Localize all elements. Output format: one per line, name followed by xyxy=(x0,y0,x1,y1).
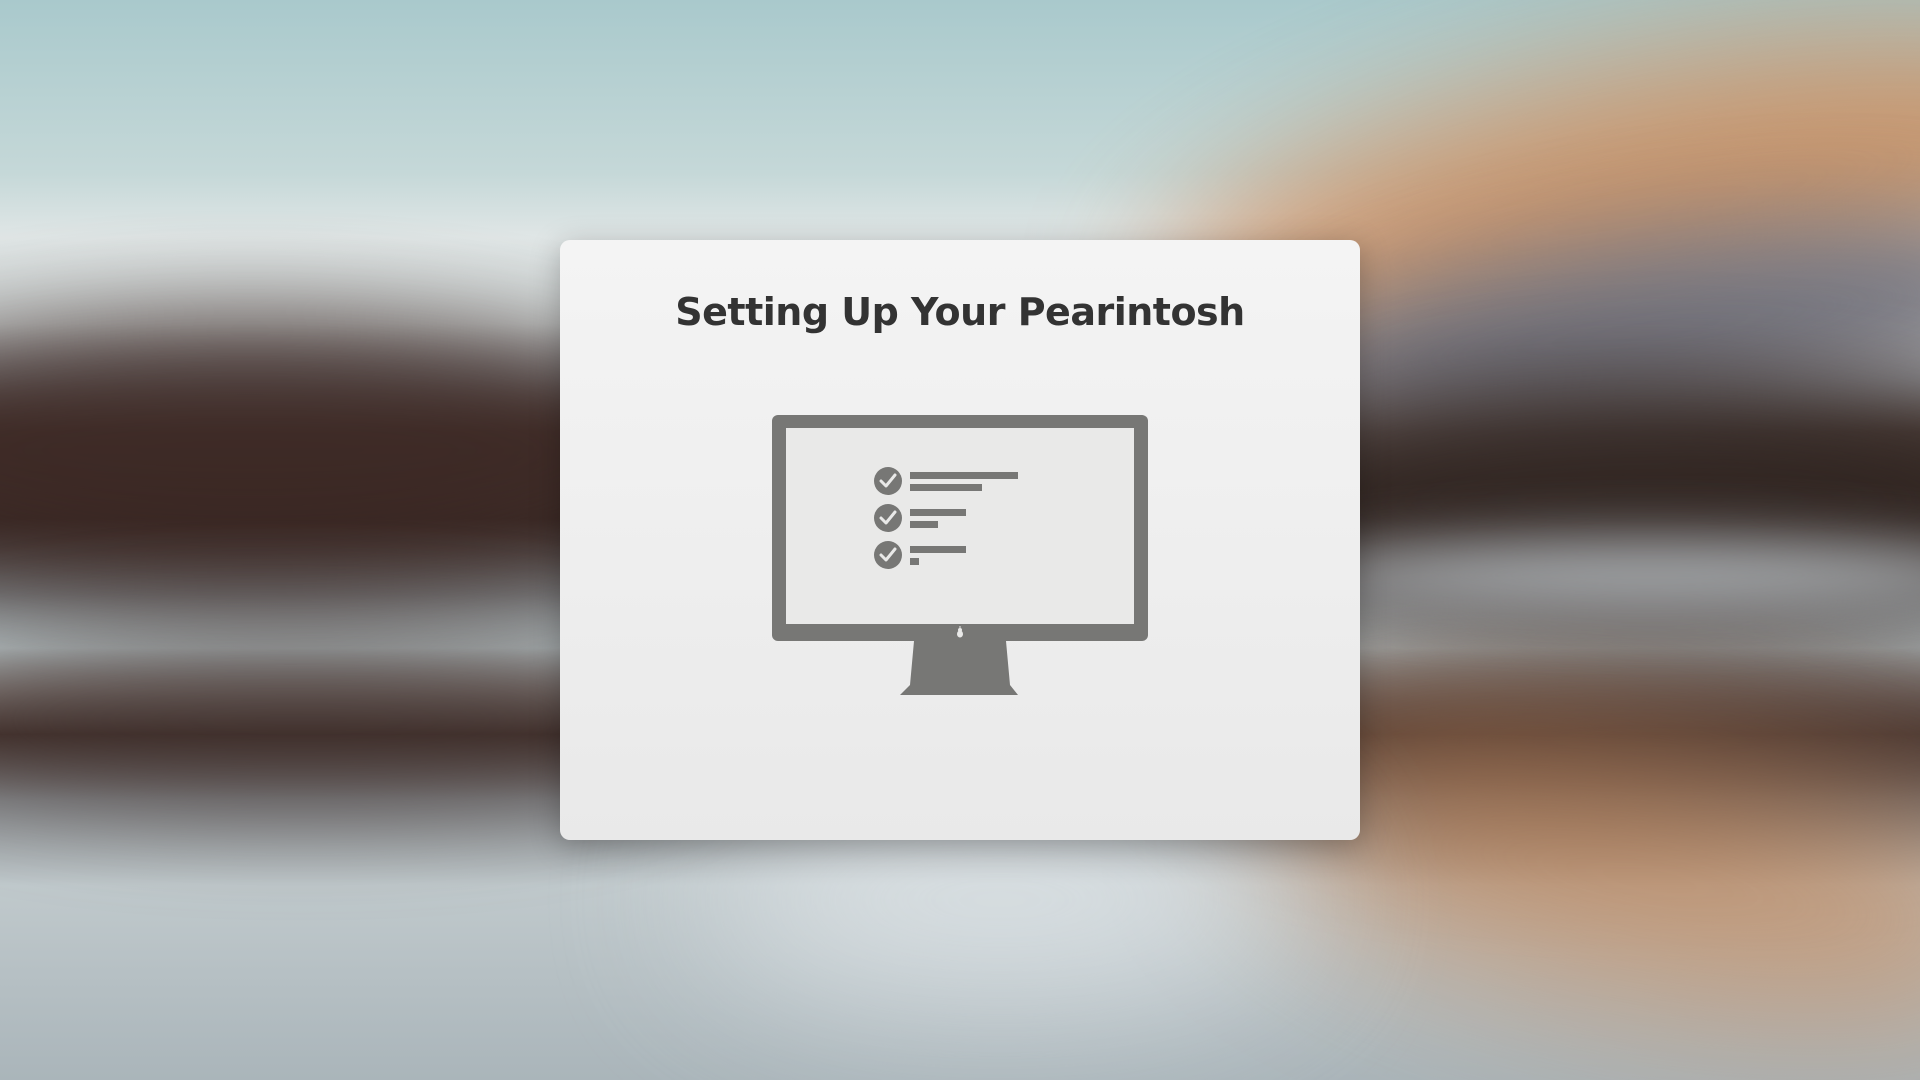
checklist-line xyxy=(910,472,1018,479)
checklist-line xyxy=(910,546,966,553)
wallpaper-shape xyxy=(1300,540,1920,610)
checkmark-circle-icon xyxy=(874,504,902,532)
checklist-line xyxy=(910,521,938,528)
monitor-stand xyxy=(900,641,1018,695)
desktop-background: Setting Up Your Pearintosh xyxy=(0,0,1920,1080)
checkmark-circle-icon xyxy=(874,541,902,569)
monitor-screen xyxy=(786,428,1134,624)
setup-dialog: Setting Up Your Pearintosh xyxy=(560,240,1360,840)
dialog-title: Setting Up Your Pearintosh xyxy=(675,290,1245,334)
checklist-line xyxy=(910,509,966,516)
monitor-with-checklist-icon xyxy=(772,415,1148,705)
checklist-line xyxy=(910,558,919,565)
checkmark-circle-icon xyxy=(874,467,902,495)
checklist-line xyxy=(910,484,982,491)
